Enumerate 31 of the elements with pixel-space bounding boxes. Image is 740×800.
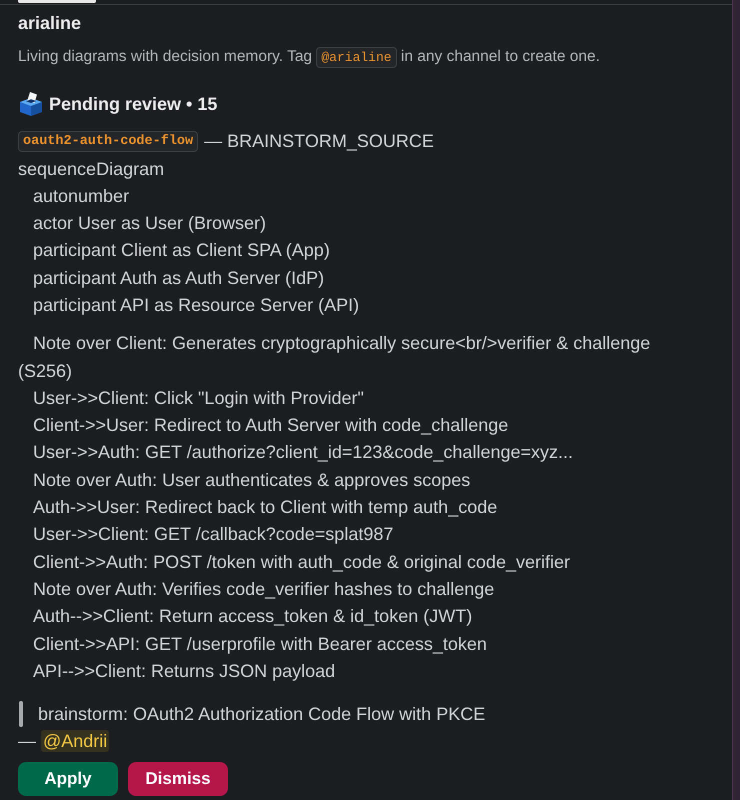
diagram-line: User->>Auth: GET /authorize?client_id=123&code_challenge=xyz... xyxy=(32,441,574,464)
app-description: Living diagrams with decision memory. Tag @arialine in any channel to create one. xyxy=(18,45,722,70)
ballot-box-icon xyxy=(18,91,44,117)
dash-text: — xyxy=(18,730,36,752)
diagram-line: Client->>Auth: POST /token with auth_code & original code_verifier xyxy=(32,550,571,574)
diagram-line: User->>Client: Click "Login with Provider" xyxy=(32,386,365,410)
dismiss-button[interactable]: Dismiss xyxy=(128,762,228,796)
source-label: — BRAINSTORM_SOURCE xyxy=(204,130,434,153)
diagram-line: User->>Client: GET /callback?code=splat987 xyxy=(32,523,394,546)
quote-bar xyxy=(19,701,23,728)
diagram-line: Note over Auth: User authenticates & approves scopes xyxy=(32,468,472,492)
diagram-line: participant Auth as Auth Server (IdP) xyxy=(32,266,326,290)
section-heading: Pending review • 15 xyxy=(49,93,218,116)
diagram-line: autonumber xyxy=(32,184,130,208)
quote-text: brainstorm: OAuth2 Authorization Code Flow with PKCE xyxy=(38,703,486,726)
apply-button[interactable]: Apply xyxy=(18,762,118,796)
app-title: arialine xyxy=(18,12,82,35)
diagram-line: participant Client as Client SPA (App) xyxy=(32,239,331,262)
diagram-line: participant API as Resource Server (API) xyxy=(32,294,360,317)
diagram-line: API-->>Client: Returns JSON payload xyxy=(32,660,336,683)
inline-code: @arialine xyxy=(316,47,397,68)
diagram-line: Client->>API: GET /userprofile with Bearer access_token xyxy=(32,632,488,656)
user-mention[interactable]: @Andrii xyxy=(41,730,110,752)
diagram-line: Note over Auth: Verifies code_verifier hashes to challenge xyxy=(32,578,496,601)
diagram-line: actor User as User (Browser) xyxy=(32,212,268,236)
diagram-line: Client->>User: Redirect to Auth Server with code_challenge xyxy=(32,414,510,438)
slug-code: oauth2-auth-code-flow xyxy=(18,130,198,152)
diagram-line: sequenceDiagram xyxy=(18,158,166,181)
diagram-line: Auth->>User: Redirect back to Client with temp auth_code xyxy=(32,496,498,520)
diagram-line: Note over Client: Generates cryptographically secure<br/>verifier & challenge (S256) xyxy=(18,332,652,383)
diagram-line: Auth-->>Client: Return access_token & id_token (JWT) xyxy=(32,605,474,628)
